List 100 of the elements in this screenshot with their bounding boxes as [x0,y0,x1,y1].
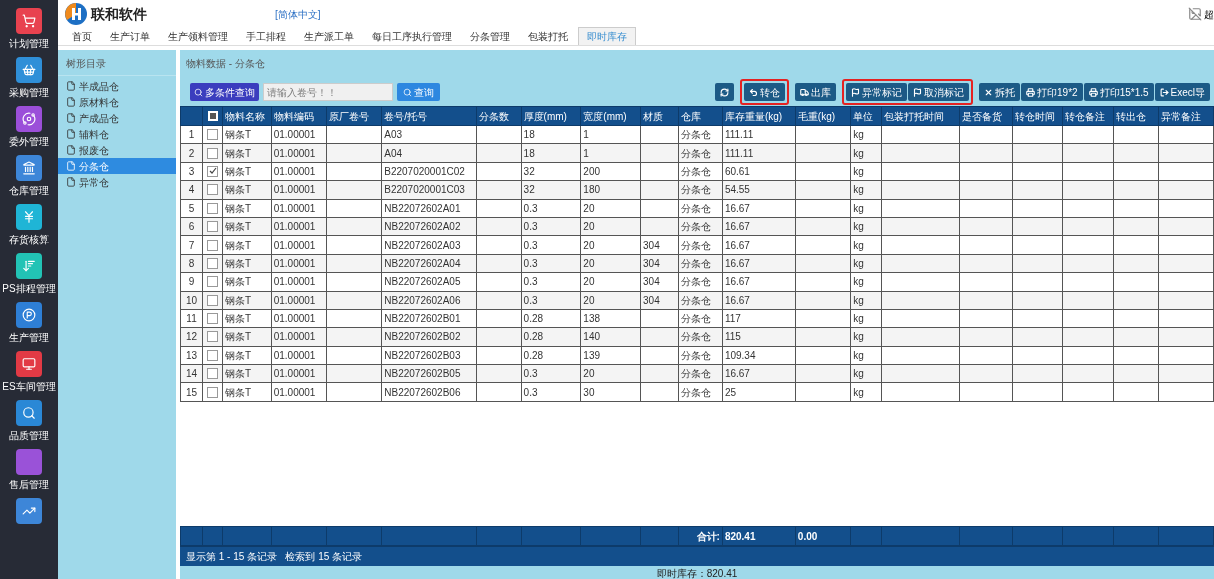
column-header: 毛重(kg) [795,106,851,126]
row-checkbox[interactable] [207,129,219,141]
row-checkbox[interactable] [207,147,219,159]
table-cell: 1 [580,125,641,144]
table-cell: 138 [580,309,641,328]
row-checkbox[interactable] [207,349,219,361]
stock-total-text: 即时库存：820.41 [656,568,738,579]
monitor-icon[interactable] [16,351,42,377]
orbit-icon[interactable] [16,106,42,132]
toolbar-button[interactable]: 转仓 [744,83,786,101]
toolbar-button[interactable]: 打印19*2 [1021,83,1083,101]
row-checkbox[interactable] [207,313,219,325]
search-icon[interactable] [16,400,42,426]
toolbar-button[interactable]: 打印15*1.5 [1083,83,1154,101]
column-header: 宽度(mm) [580,106,641,126]
tree-item[interactable]: 分条仓 [58,158,176,174]
sidebar-label[interactable]: 存货核算 [9,233,49,246]
tree-item[interactable]: 半成品仓 [58,78,176,94]
nav-tab[interactable]: 生产领料管理 [160,27,236,45]
sidebar-label[interactable]: 委外管理 [9,135,49,148]
query-button[interactable]: 查询 [397,83,440,101]
cart-icon[interactable] [16,8,42,34]
row-checkbox[interactable] [207,386,219,398]
table-cell: kg [850,364,882,383]
table-cell: 25 [722,382,796,402]
row-checkbox[interactable] [207,165,219,177]
sidebar-label[interactable]: 售后管理 [9,478,49,491]
column-header: 库存重量(kg) [722,106,796,126]
tree-item[interactable]: 原材料仓 [58,94,176,110]
table-cell: kg [850,180,882,200]
toolbar-button[interactable]: 拆托 [979,83,1021,101]
sort-icon[interactable] [16,253,42,279]
table-cell: NB22072602A01 [381,199,477,218]
table-cell: 钢条T [222,346,272,365]
row-checkbox[interactable] [207,184,219,196]
nav-tab[interactable]: 每日工序执行管理 [364,27,460,45]
table-cell: 0.3 [521,254,581,273]
tree-item[interactable]: 异常仓 [58,174,176,190]
row-checkbox[interactable] [207,294,219,306]
close-icon [984,87,994,97]
table-cell: 20 [580,291,641,310]
select-all-checkbox[interactable] [207,111,218,121]
table-cell: 分条仓 [678,272,723,291]
table-cell: 0.3 [521,199,581,218]
toolbar-button[interactable]: Execl导 [1154,83,1210,101]
row-checkbox[interactable] [207,276,219,288]
bank-icon[interactable] [16,155,42,181]
language-link[interactable]: [简体中文] [275,6,321,22]
row-number: 8 [180,254,203,273]
tree-item[interactable]: 辅料仓 [58,126,176,142]
table-cell: kg [850,309,882,328]
table-cell: 0.3 [521,364,581,383]
sidebar-label[interactable]: 计划管理 [9,37,49,50]
toolbar-button[interactable]: 异常标记 [846,83,908,101]
row-checkbox[interactable] [207,368,219,380]
nav-tab[interactable]: 分条管理 [462,27,518,45]
nav-tab[interactable]: 包装打托 [520,27,576,45]
table-cell: NB22072602A03 [381,235,477,255]
yen-icon[interactable] [16,204,42,230]
breadcrumb: 物料数据 - 分条仓 [185,57,266,71]
row-checkbox[interactable] [207,257,219,269]
multi-search-button[interactable]: 多条件查询 [190,83,259,101]
table-cell: 304 [640,272,679,291]
tree-item[interactable]: 报废仓 [58,142,176,158]
row-number: 14 [180,364,203,383]
flag-icon [913,87,923,97]
total-gross-weight: 0.00 [795,526,851,546]
tree-item[interactable]: 产成品仓 [58,110,176,126]
table-cell: 20 [580,254,641,273]
table-cell: 16.67 [722,272,796,291]
table-cell: 钢条T [222,125,272,144]
toolbar-button[interactable]: 取消标记 [908,83,970,101]
coil-search-field[interactable]: 请输入卷号！！ [263,83,393,101]
nav-tab[interactable]: 手工排程 [238,27,294,45]
table-cell: B2207020001C03 [381,180,477,200]
table-cell: NB22072602A02 [381,217,477,236]
parking-icon[interactable] [16,302,42,328]
nav-tab[interactable]: 生产派工单 [296,27,362,45]
nav-tab[interactable]: 生产订单 [102,27,158,45]
table-cell: 180 [580,180,641,200]
row-checkbox[interactable] [207,239,219,251]
chart-icon[interactable] [16,498,42,524]
row-checkbox[interactable] [207,202,219,214]
table-cell: 01.00001 [271,382,327,402]
sidebar-label[interactable]: 仓库管理 [9,184,49,197]
table-cell: 分条仓 [678,217,723,236]
sidebar-label[interactable]: 品质管理 [9,429,49,442]
basket-icon[interactable] [16,57,42,83]
nav-tab[interactable]: 首页 [64,27,100,45]
sidebar-label[interactable]: ES车间管理 [2,380,56,393]
row-number: 15 [180,382,203,402]
sidebar-label[interactable]: 生产管理 [9,331,49,344]
table-cell: 30 [580,382,641,402]
truck-icon [800,87,810,97]
row-checkbox[interactable] [207,221,219,233]
sidebar-label[interactable]: 采购管理 [9,86,49,99]
row-checkbox[interactable] [207,331,219,343]
sidebar-label[interactable]: PS排程管理 [2,282,56,295]
toolbar-button[interactable]: 出库 [795,83,837,101]
refresh-button[interactable] [715,83,735,101]
